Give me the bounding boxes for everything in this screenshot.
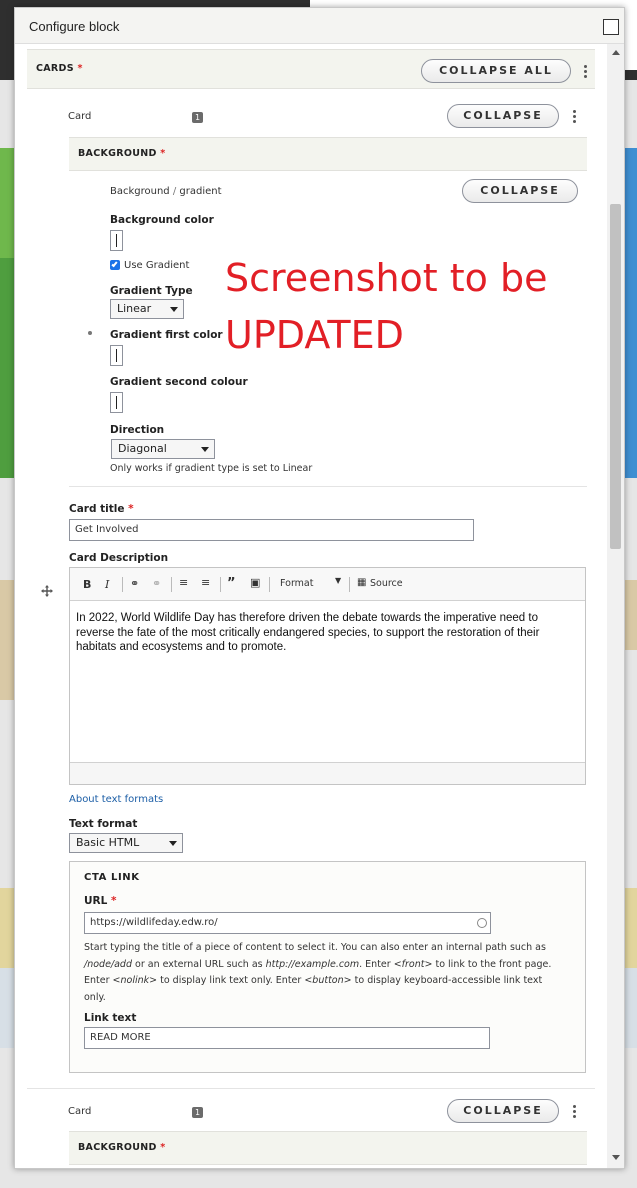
editor-statusbar — [70, 762, 585, 784]
required-marker: * — [77, 63, 83, 74]
collapse-all-button[interactable]: COLLAPSE ALL — [421, 59, 571, 83]
chevron-down-icon — [169, 841, 177, 846]
scroll-down-icon[interactable] — [612, 1155, 620, 1160]
card-kebab-icon[interactable] — [571, 109, 577, 125]
link-icon[interactable]: ⚭ — [130, 577, 139, 590]
gradient-type-select[interactable]: Linear — [110, 299, 184, 319]
bold-button[interactable]: B — [83, 578, 91, 591]
direction-help: Only works if gradient type is set to Li… — [110, 463, 313, 474]
blockquote-icon[interactable]: ” — [227, 576, 236, 591]
divider — [27, 1088, 595, 1089]
link-text-input[interactable]: READ MORE — [84, 1027, 490, 1049]
scrollbar[interactable] — [607, 44, 624, 1168]
dialog-title: Configure block — [29, 19, 120, 34]
scroll-thumb[interactable] — [610, 204, 621, 549]
chevron-down-icon — [170, 307, 178, 312]
card2-label: Card — [68, 1106, 92, 1117]
format-dropdown[interactable]: Format — [280, 578, 313, 589]
card-title-input[interactable]: Get Involved — [69, 519, 474, 541]
link-text-label: Link text — [84, 1012, 137, 1024]
cta-link-fieldset: CTA LINK URL * https://wildlifeday.edw.r… — [69, 861, 586, 1073]
gradient-second-label: Gradient second colour — [110, 376, 248, 388]
direction-label: Direction — [110, 424, 165, 436]
autocomplete-status-icon — [477, 918, 487, 928]
bullet-dot — [88, 331, 92, 335]
use-gradient-checkbox[interactable] — [110, 260, 120, 270]
card2-count-badge: 1 — [192, 1107, 203, 1118]
unlink-icon[interactable]: ⚭ — [152, 577, 161, 590]
configure-block-dialog: Configure block CARDS * COLLAPSE ALL Car… — [14, 7, 625, 1169]
drag-handle-icon[interactable] — [41, 585, 53, 597]
url-help-text: Start typing the title of a piece of con… — [84, 942, 552, 1003]
card-title-label: Card title * — [69, 503, 134, 515]
dialog-titlebar: Configure block — [15, 8, 624, 44]
card2-collapse-button[interactable]: COLLAPSE — [447, 1099, 559, 1123]
italic-button[interactable]: I — [105, 578, 109, 591]
divider — [69, 486, 587, 487]
source-icon[interactable]: ▦ — [357, 577, 366, 588]
dialog-content: CARDS * COLLAPSE ALL Card 1 COLLAPSE BAC… — [15, 45, 607, 1168]
gradient-first-input[interactable] — [110, 345, 123, 366]
url-input[interactable]: https://wildlifeday.edw.ro/ — [84, 912, 491, 934]
background-color-label: Background color — [110, 214, 214, 226]
about-text-formats-link[interactable]: About text formats — [69, 794, 163, 805]
editor-toolbar: B I ⚭ ⚭ ≡ ≡ ” ▣ Format ▼ ▦ Source — [70, 568, 585, 601]
direction-select[interactable]: Diagonal — [111, 439, 215, 459]
use-gradient-label: Use Gradient — [124, 260, 190, 271]
cards-label: CARDS * — [36, 63, 83, 74]
text-format-label: Text format — [69, 818, 138, 830]
bulleted-list-icon[interactable]: ≡ — [179, 576, 188, 589]
background-color-input[interactable] — [110, 230, 123, 251]
kebab-menu-icon[interactable] — [582, 64, 588, 80]
card-collapse-button[interactable]: COLLAPSE — [447, 104, 559, 128]
gradient-type-label: Gradient Type — [110, 285, 193, 297]
gradient-first-label: Gradient first color — [110, 329, 223, 341]
card-label: Card — [68, 111, 92, 122]
card-count-badge: 1 — [192, 112, 203, 123]
card2-kebab-icon[interactable] — [571, 1104, 577, 1120]
close-icon[interactable] — [603, 19, 619, 35]
card2-background-header: BACKGROUND * — [69, 1131, 587, 1165]
background-header: BACKGROUND * — [69, 137, 587, 171]
rich-text-editor[interactable]: B I ⚭ ⚭ ≡ ≡ ” ▣ Format ▼ ▦ Source In 202… — [69, 567, 586, 785]
scroll-up-icon[interactable] — [612, 50, 620, 55]
chevron-down-icon — [201, 447, 209, 452]
card-description-label: Card Description — [69, 552, 169, 564]
cards-header: CARDS * COLLAPSE ALL — [27, 49, 595, 89]
url-label: URL * — [84, 895, 117, 907]
background-collapse-button[interactable]: COLLAPSE — [462, 179, 578, 203]
background-gradient-subtitle: Background / gradient — [110, 186, 222, 197]
watermark-text: Screenshot to be UPDATED — [225, 256, 548, 357]
source-button[interactable]: Source — [370, 578, 403, 589]
editor-content[interactable]: In 2022, World Wildlife Day has therefor… — [76, 611, 576, 655]
numbered-list-icon[interactable]: ≡ — [201, 576, 210, 589]
gradient-second-input[interactable] — [110, 392, 123, 413]
text-format-select[interactable]: Basic HTML — [69, 833, 183, 853]
chevron-down-icon[interactable]: ▼ — [335, 576, 341, 585]
image-icon[interactable]: ▣ — [250, 576, 260, 589]
card2-background-label: BACKGROUND * — [78, 1142, 166, 1153]
cta-link-legend: CTA LINK — [84, 872, 140, 883]
background-label: BACKGROUND * — [78, 148, 166, 159]
